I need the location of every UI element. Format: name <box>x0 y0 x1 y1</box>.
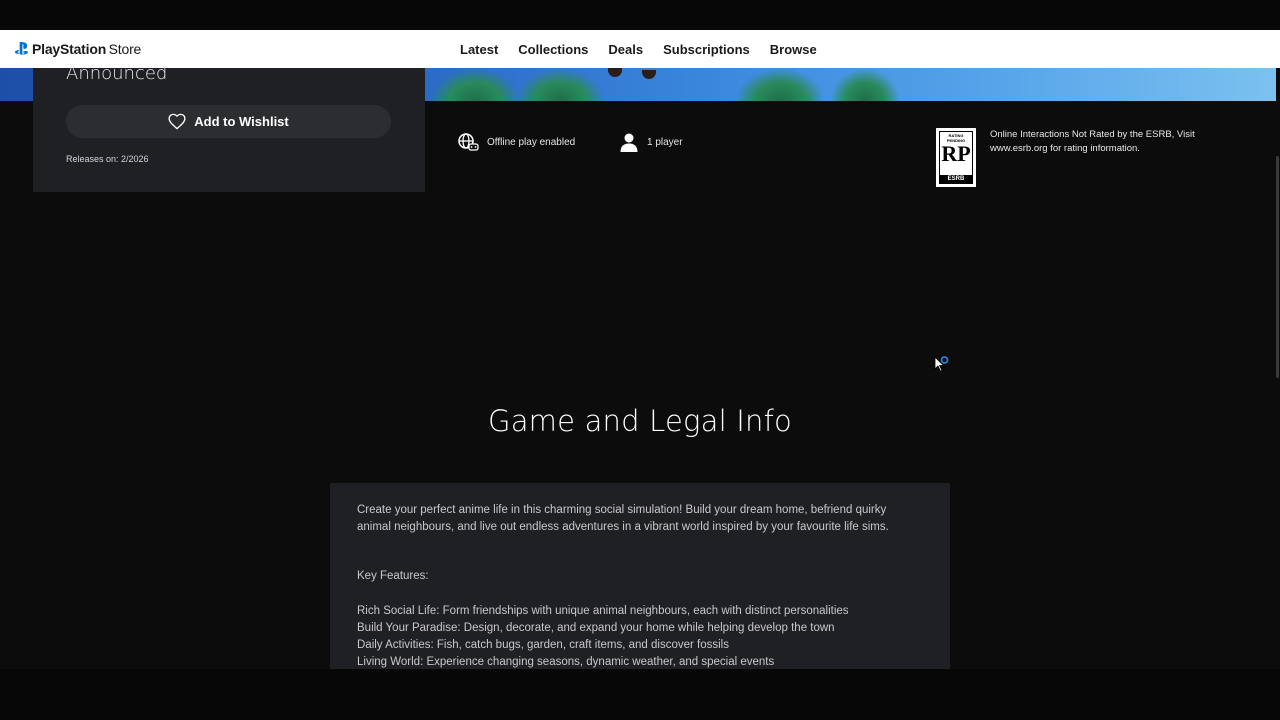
person-icon <box>620 133 638 152</box>
section-title: Game and Legal Info <box>488 404 792 438</box>
store-page: PlayStation Store Latest Collections Dea… <box>0 0 1280 720</box>
feature-players-label: 1 player <box>647 136 683 148</box>
brand-name: PlayStation Store <box>32 41 142 57</box>
page-scrollbar-thumb[interactable] <box>1276 156 1279 378</box>
key-features-heading: Key Features: <box>357 570 429 582</box>
playstation-store-logo[interactable]: PlayStation Store <box>15 39 141 59</box>
tree-decoration <box>515 68 605 101</box>
nav-collections[interactable]: Collections <box>518 42 588 57</box>
feature-offline-play: Offline play enabled <box>457 132 575 152</box>
list-item: Rich Social Life: Form friendships with … <box>357 605 849 617</box>
top-letterbox <box>0 0 1280 30</box>
release-date: Releases on: 2/2026 <box>66 154 149 164</box>
list-item: Build Your Paradise: Design, decorate, a… <box>357 622 835 634</box>
list-item: Living World: Experience changing season… <box>357 656 775 668</box>
esrb-badge-bottom: ESRB <box>940 175 972 183</box>
esrb-rating-badge: RATING PENDING RP ESRB <box>936 128 976 187</box>
playstation-logo-icon <box>15 42 28 56</box>
nav-subscriptions[interactable]: Subscriptions <box>663 42 750 57</box>
heart-icon <box>168 113 186 130</box>
tree-decoration <box>430 68 520 101</box>
nav-browse[interactable]: Browse <box>770 42 817 57</box>
product-purchase-card: Announced Add to Wishlist Releases on: 2… <box>33 63 425 192</box>
game-legal-info-panel: Create your perfect anime life in this c… <box>330 483 950 669</box>
game-description: Create your perfect anime life in this c… <box>357 504 889 533</box>
key-features-list: Rich Social Life: Form friendships with … <box>357 603 937 669</box>
tree-decoration <box>735 68 825 101</box>
feature-offline-label: Offline play enabled <box>487 136 576 148</box>
bottom-letterbox <box>0 669 1280 720</box>
rock-decoration <box>642 70 656 79</box>
store-header: PlayStation Store Latest Collections Dea… <box>0 30 1280 68</box>
list-item: Daily Activities: Fish, catch bugs, gard… <box>357 639 729 651</box>
nav-deals[interactable]: Deals <box>608 42 643 57</box>
offline-globe-icon <box>458 133 479 151</box>
add-to-wishlist-button[interactable]: Add to Wishlist <box>66 105 391 138</box>
main-nav: Latest Collections Deals Subscriptions B… <box>450 30 827 68</box>
nav-latest[interactable]: Latest <box>460 42 498 57</box>
tree-decoration <box>830 68 900 101</box>
esrb-badge-code: RP <box>941 141 971 166</box>
esrb-notice: Online Interactions Not Rated by the ESR… <box>990 129 1195 154</box>
feature-players: 1 player <box>619 132 683 152</box>
mouse-cursor-busy-icon <box>934 356 950 379</box>
wishlist-label: Add to Wishlist <box>194 114 289 129</box>
rock-decoration <box>608 68 622 77</box>
